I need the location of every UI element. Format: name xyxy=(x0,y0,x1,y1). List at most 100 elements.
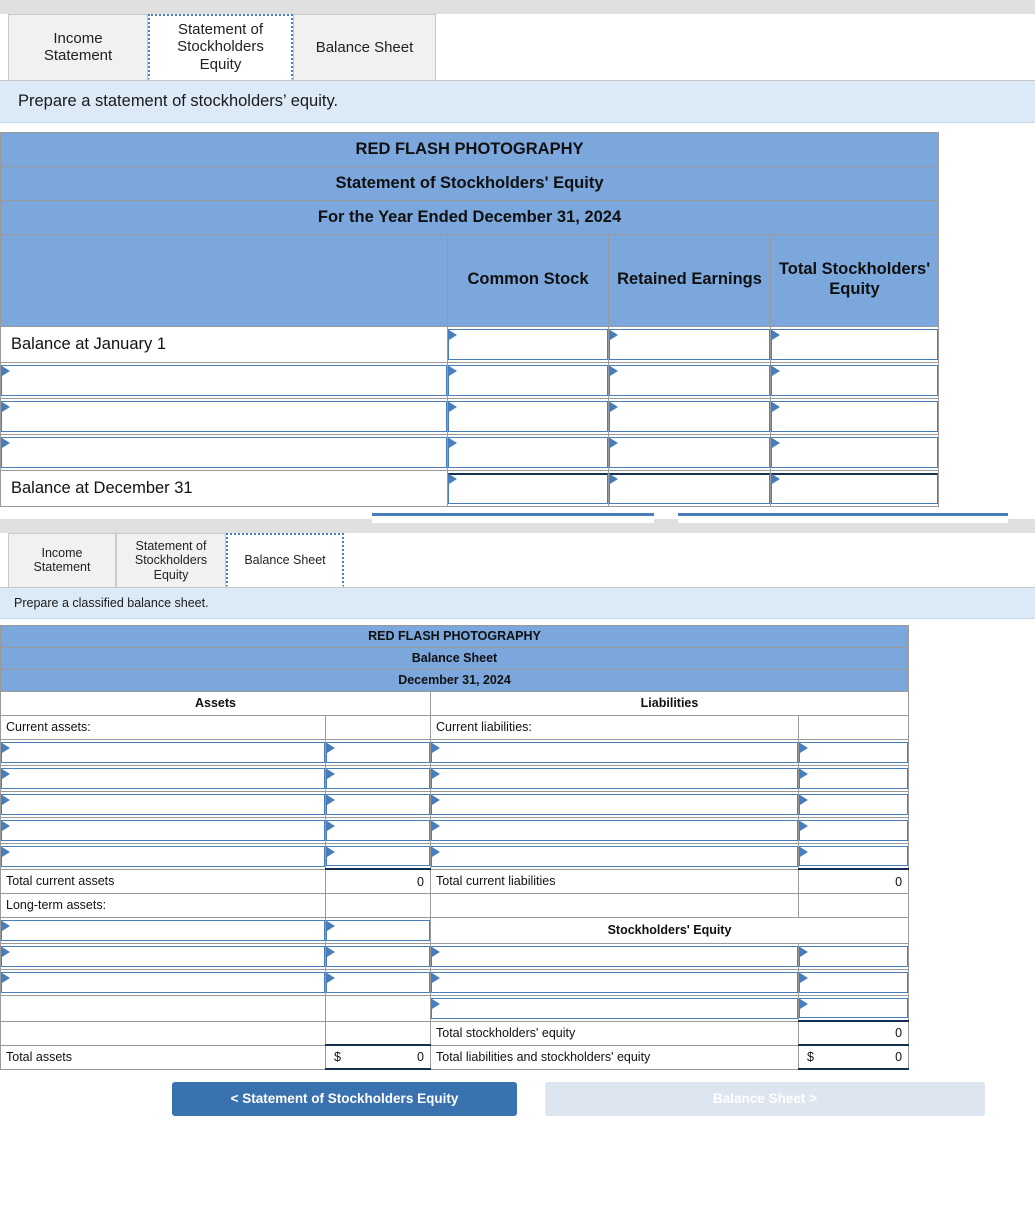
column-header-retained-earnings: Retained Earnings xyxy=(608,233,771,327)
input-common-stock-row1[interactable] xyxy=(447,325,609,363)
input-equity-name-2[interactable] xyxy=(430,968,799,996)
input-current-liability-name-1[interactable] xyxy=(430,738,799,766)
input-current-asset-name-5[interactable] xyxy=(0,842,326,870)
input-total-equity-row1[interactable] xyxy=(769,325,940,363)
company-name-2: RED FLASH PHOTOGRAPHY xyxy=(0,624,910,648)
label-total-current-liabilities: Total current liabilities xyxy=(430,868,799,894)
currency-symbol-liabilities: $ xyxy=(807,1050,814,1065)
dropdown-triangle-icon xyxy=(2,920,10,931)
dropdown-triangle-icon xyxy=(2,437,10,448)
input-current-asset-amount-3[interactable] xyxy=(325,790,431,818)
statement-period: For the Year Ended December 31, 2024 xyxy=(0,199,940,235)
input-current-liability-amount-2[interactable] xyxy=(797,764,910,792)
input-retained-earnings-total[interactable] xyxy=(608,469,771,507)
dropdown-triangle-icon xyxy=(2,794,10,805)
dropdown-triangle-icon xyxy=(800,820,808,831)
input-longterm-asset-amount-1[interactable] xyxy=(325,916,431,944)
dropdown-triangle-icon xyxy=(2,846,10,857)
input-account-row2[interactable] xyxy=(0,361,448,399)
input-retained-earnings-row1[interactable] xyxy=(608,325,771,363)
input-current-liability-name-5[interactable] xyxy=(430,842,799,870)
tab-statement-of-stockholders-equity-2[interactable]: Statement of Stockholders Equity xyxy=(116,532,226,587)
tabstrip-section2: Income Statement Statement of Stockholde… xyxy=(0,532,1035,588)
tab-income-statement[interactable]: Income Statement xyxy=(8,14,148,80)
input-longterm-asset-name-2[interactable] xyxy=(0,942,326,970)
stockholders-equity-table: RED FLASH PHOTOGRAPHY Statement of Stock… xyxy=(0,131,940,507)
table-row xyxy=(0,764,910,792)
dropdown-triangle-icon xyxy=(432,794,440,805)
input-current-liability-name-4[interactable] xyxy=(430,816,799,844)
input-common-stock-row4[interactable] xyxy=(447,433,609,471)
dropdown-triangle-icon xyxy=(432,972,440,983)
blank-cell xyxy=(430,892,799,918)
input-equity-name-1[interactable] xyxy=(430,942,799,970)
table-row: Long-term assets: xyxy=(0,892,910,918)
table-row: Stockholders' Equity xyxy=(0,916,910,944)
currency-symbol-assets: $ xyxy=(334,1050,341,1065)
input-current-asset-amount-4[interactable] xyxy=(325,816,431,844)
input-current-liability-amount-5[interactable] xyxy=(797,842,910,870)
dropdown-triangle-icon xyxy=(2,742,10,753)
input-longterm-asset-name-1[interactable] xyxy=(0,916,326,944)
input-equity-amount-2[interactable] xyxy=(797,968,910,996)
section1-prev-button-top[interactable] xyxy=(372,512,654,523)
statement-period-2: December 31, 2024 xyxy=(0,668,910,692)
tab-statement-of-stockholders-equity[interactable]: Statement of Stockholders Equity xyxy=(148,14,293,80)
input-current-liability-amount-4[interactable] xyxy=(797,816,910,844)
dropdown-triangle-icon xyxy=(800,742,808,753)
input-total-equity-row2[interactable] xyxy=(769,361,940,399)
input-retained-earnings-row4[interactable] xyxy=(608,433,771,471)
input-equity-amount-3[interactable] xyxy=(797,994,910,1022)
dropdown-triangle-icon xyxy=(327,768,335,779)
input-current-asset-name-2[interactable] xyxy=(0,764,326,792)
input-current-asset-amount-5[interactable] xyxy=(325,842,431,870)
input-total-equity-row4[interactable] xyxy=(769,433,940,471)
dropdown-triangle-icon xyxy=(327,742,335,753)
dropdown-triangle-icon xyxy=(327,972,335,983)
input-common-stock-row3[interactable] xyxy=(447,397,609,435)
input-current-asset-name-1[interactable] xyxy=(0,738,326,766)
next-balance-sheet-button[interactable]: Balance Sheet > xyxy=(545,1082,985,1117)
input-current-liability-amount-3[interactable] xyxy=(797,790,910,818)
input-common-stock-row2[interactable] xyxy=(447,361,609,399)
amount-total-liabilities-and-equity: 0 xyxy=(895,1050,903,1065)
input-current-liability-amount-1[interactable] xyxy=(797,738,910,766)
input-common-stock-total[interactable] xyxy=(447,469,609,507)
section1-next-button-top[interactable] xyxy=(678,512,1008,523)
input-current-asset-name-3[interactable] xyxy=(0,790,326,818)
input-retained-earnings-row3[interactable] xyxy=(608,397,771,435)
input-current-asset-name-4[interactable] xyxy=(0,816,326,844)
table-row xyxy=(0,361,940,399)
input-current-liability-name-3[interactable] xyxy=(430,790,799,818)
dropdown-triangle-icon xyxy=(610,365,618,376)
input-longterm-asset-amount-3[interactable] xyxy=(325,968,431,996)
prev-statement-button[interactable]: < Statement of Stockholders Equity xyxy=(172,1082,517,1117)
label-total-liabilities-and-equity: Total liabilities and stockholders' equi… xyxy=(430,1044,799,1070)
input-account-row3[interactable] xyxy=(0,397,448,435)
input-account-row4[interactable] xyxy=(0,433,448,471)
input-current-asset-amount-1[interactable] xyxy=(325,738,431,766)
input-retained-earnings-row2[interactable] xyxy=(608,361,771,399)
table-row: December 31, 2024 xyxy=(0,668,910,692)
input-longterm-asset-name-3[interactable] xyxy=(0,968,326,996)
dropdown-triangle-icon xyxy=(800,846,808,857)
label-total-stockholders-equity: Total stockholders' equity xyxy=(430,1020,799,1046)
input-current-asset-amount-2[interactable] xyxy=(325,764,431,792)
input-total-equity-total[interactable] xyxy=(769,469,940,507)
value-total-current-liabilities: 0 xyxy=(797,868,910,894)
table-row: For the Year Ended December 31, 2024 xyxy=(0,199,940,235)
input-equity-name-3[interactable] xyxy=(430,994,799,1022)
column-header-total-stockholders-equity: Total Stockholders' Equity xyxy=(769,233,940,327)
input-equity-amount-1[interactable] xyxy=(797,942,910,970)
tab-income-statement-2[interactable]: Income Statement xyxy=(8,532,116,587)
tab-balance-sheet-2[interactable]: Balance Sheet xyxy=(226,532,344,587)
value-total-assets: $ 0 xyxy=(325,1044,431,1071)
tab-balance-sheet[interactable]: Balance Sheet xyxy=(293,14,436,80)
dropdown-triangle-icon xyxy=(327,820,335,831)
input-longterm-asset-amount-2[interactable] xyxy=(325,942,431,970)
bottom-navigation: < Statement of Stockholders Equity Balan… xyxy=(0,1070,1035,1117)
balance-sheet-table: RED FLASH PHOTOGRAPHY Balance Sheet Dece… xyxy=(0,624,910,1071)
dropdown-triangle-icon xyxy=(432,998,440,1009)
input-current-liability-name-2[interactable] xyxy=(430,764,799,792)
input-total-equity-row3[interactable] xyxy=(769,397,940,435)
